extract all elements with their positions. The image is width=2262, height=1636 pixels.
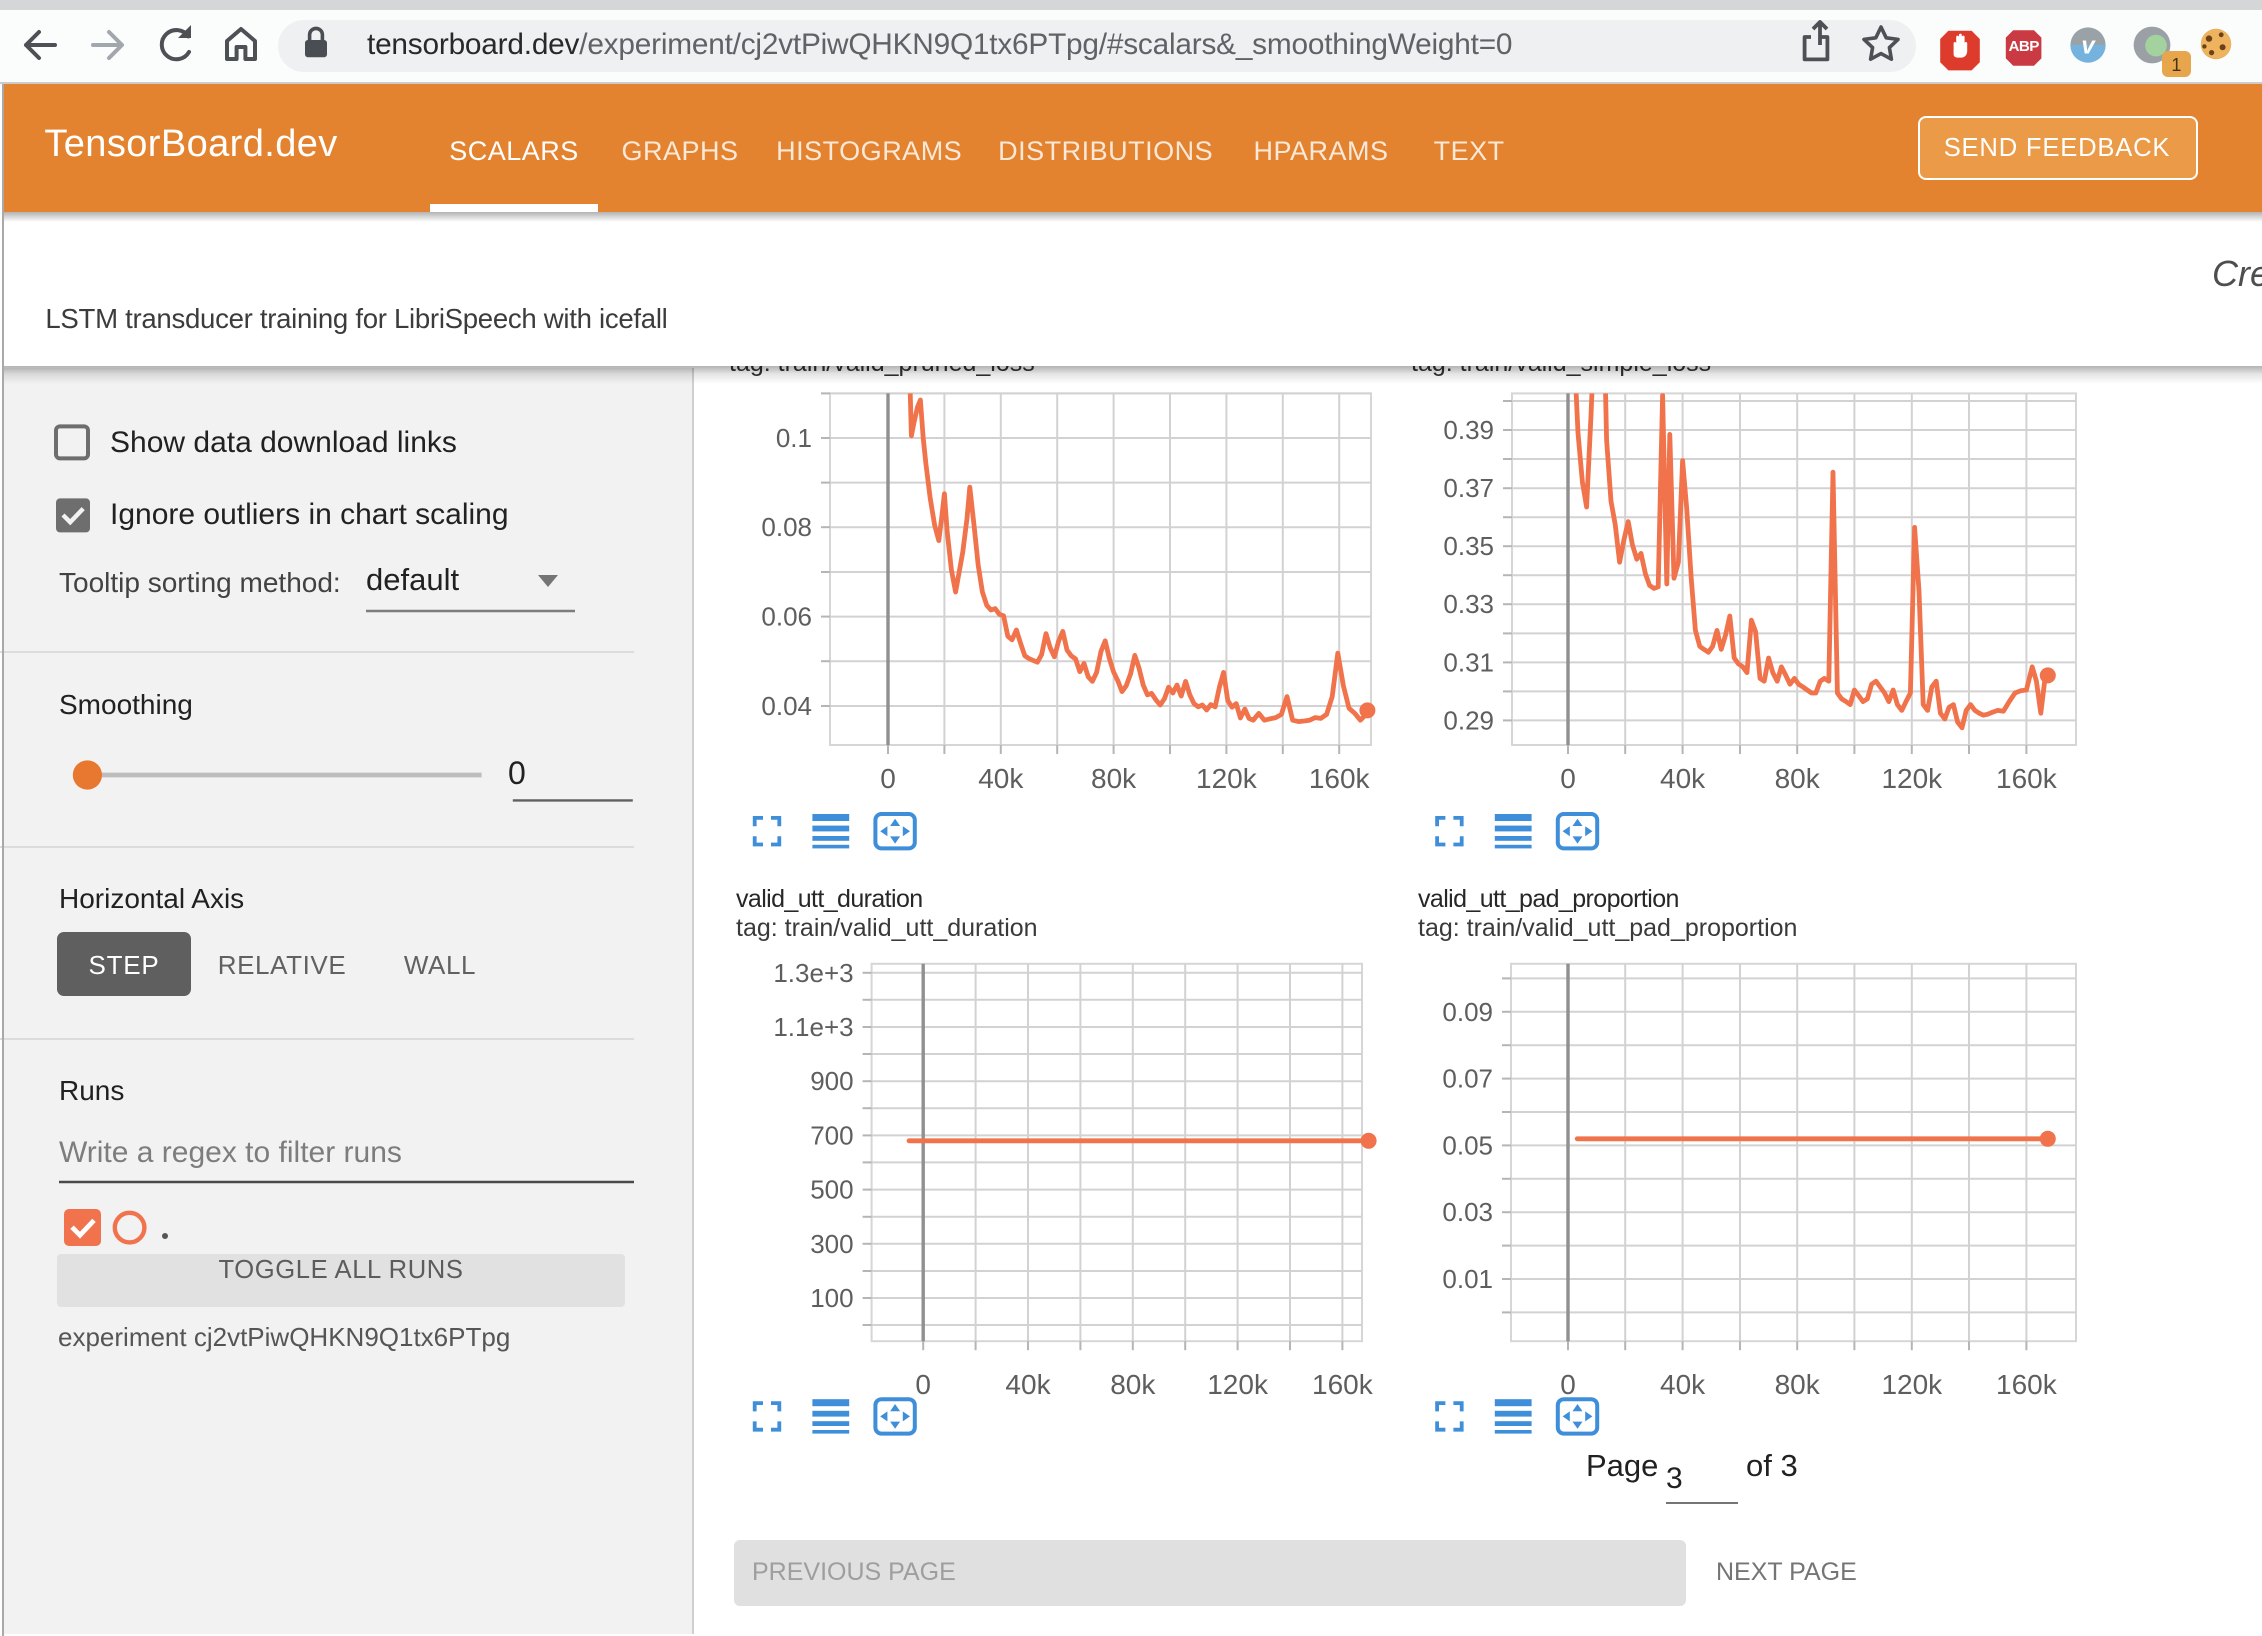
svg-text:160k: 160k [1996, 763, 2058, 794]
svg-text:0.1: 0.1 [776, 423, 812, 453]
svg-text:0.01: 0.01 [1442, 1264, 1493, 1294]
svg-text:80k: 80k [1775, 1369, 1821, 1400]
svg-text:valid_utt_pad_proportion: valid_utt_pad_proportion [1418, 885, 1679, 913]
svg-text:0.04: 0.04 [761, 691, 812, 721]
svg-text:0.03: 0.03 [1442, 1197, 1493, 1227]
svg-text:120k: 120k [1881, 1369, 1943, 1400]
svg-text:160k: 160k [1312, 1369, 1374, 1400]
svg-text:0: 0 [915, 1369, 931, 1400]
svg-text:valid_utt_duration: valid_utt_duration [736, 885, 923, 913]
svg-text:160k: 160k [1309, 763, 1371, 794]
svg-text:40k: 40k [1005, 1369, 1051, 1400]
svg-text:160k: 160k [1996, 1369, 2058, 1400]
svg-text:0.07: 0.07 [1442, 1064, 1493, 1094]
svg-text:0.06: 0.06 [761, 602, 812, 632]
svg-text:1.1e+3: 1.1e+3 [773, 1012, 853, 1042]
svg-text:700: 700 [810, 1120, 853, 1150]
svg-text:0: 0 [880, 763, 896, 794]
svg-text:0.05: 0.05 [1442, 1130, 1493, 1160]
svg-text:900: 900 [810, 1066, 853, 1096]
svg-text:tag: train/valid_utt_duration: tag: train/valid_utt_duration [736, 914, 1038, 942]
svg-text:0.37: 0.37 [1443, 473, 1494, 503]
svg-text:0.33: 0.33 [1443, 589, 1494, 619]
svg-text:40k: 40k [1660, 763, 1706, 794]
svg-text:0: 0 [1560, 1369, 1576, 1400]
svg-text:0: 0 [1560, 763, 1576, 794]
svg-text:1.3e+3: 1.3e+3 [773, 958, 853, 988]
svg-text:0.39: 0.39 [1443, 415, 1494, 445]
svg-text:40k: 40k [978, 763, 1024, 794]
svg-text:40k: 40k [1660, 1369, 1706, 1400]
svg-text:0.31: 0.31 [1443, 647, 1494, 677]
svg-text:tag: train/valid_utt_pad_propo: tag: train/valid_utt_pad_proportion [1418, 914, 1797, 942]
svg-text:120k: 120k [1196, 763, 1258, 794]
svg-text:0.29: 0.29 [1443, 706, 1494, 736]
svg-text:80k: 80k [1091, 763, 1137, 794]
svg-text:80k: 80k [1110, 1369, 1156, 1400]
svg-text:300: 300 [810, 1229, 853, 1259]
svg-text:80k: 80k [1775, 763, 1821, 794]
svg-text:0.08: 0.08 [761, 512, 812, 542]
svg-text:0.35: 0.35 [1443, 531, 1494, 561]
svg-text:500: 500 [810, 1175, 853, 1205]
svg-text:120k: 120k [1881, 763, 1943, 794]
svg-text:120k: 120k [1207, 1369, 1269, 1400]
svg-text:0.09: 0.09 [1442, 997, 1493, 1027]
svg-text:100: 100 [810, 1283, 853, 1313]
